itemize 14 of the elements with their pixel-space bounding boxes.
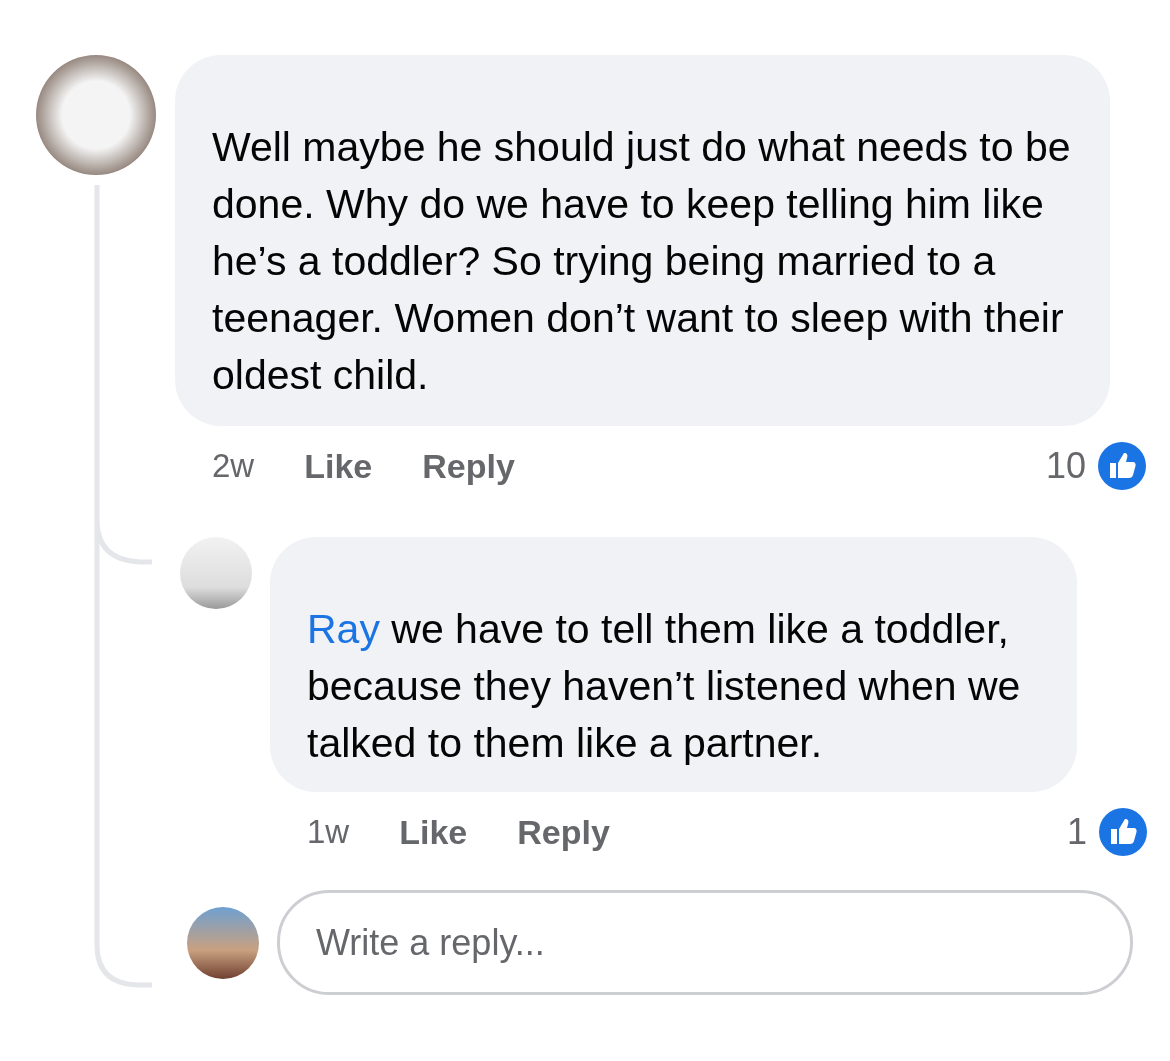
reply-input-field[interactable]: Write a reply...: [277, 890, 1133, 995]
comment-text: Well maybe he should just do what needs to be done. Why do we have to keep telling him like he’s a toddler? So trying being married to a teenager. Women don’t want to sleep with their oldest child.: [212, 123, 1072, 400]
thumbs-up-icon: [1099, 808, 1147, 856]
reply-action[interactable]: Reply: [517, 812, 610, 852]
mention-link[interactable]: Ray: [307, 606, 380, 652]
comment-action[interactable]: Like: [304, 446, 373, 486]
thumbs-up-icon: [1098, 442, 1146, 490]
reply-time: 1w: [307, 813, 350, 851]
reaction-count: 1: [1066, 811, 1087, 853]
comment-time: 2w: [212, 447, 255, 485]
reply-action[interactable]: Like: [399, 812, 468, 852]
reply-text: Ray we have to tell them like a toddler, because they haven’t listened when we talked to them like a partner.: [307, 605, 1022, 768]
reaction-count: 10: [1045, 445, 1086, 487]
comment-action[interactable]: Reply: [422, 446, 515, 486]
